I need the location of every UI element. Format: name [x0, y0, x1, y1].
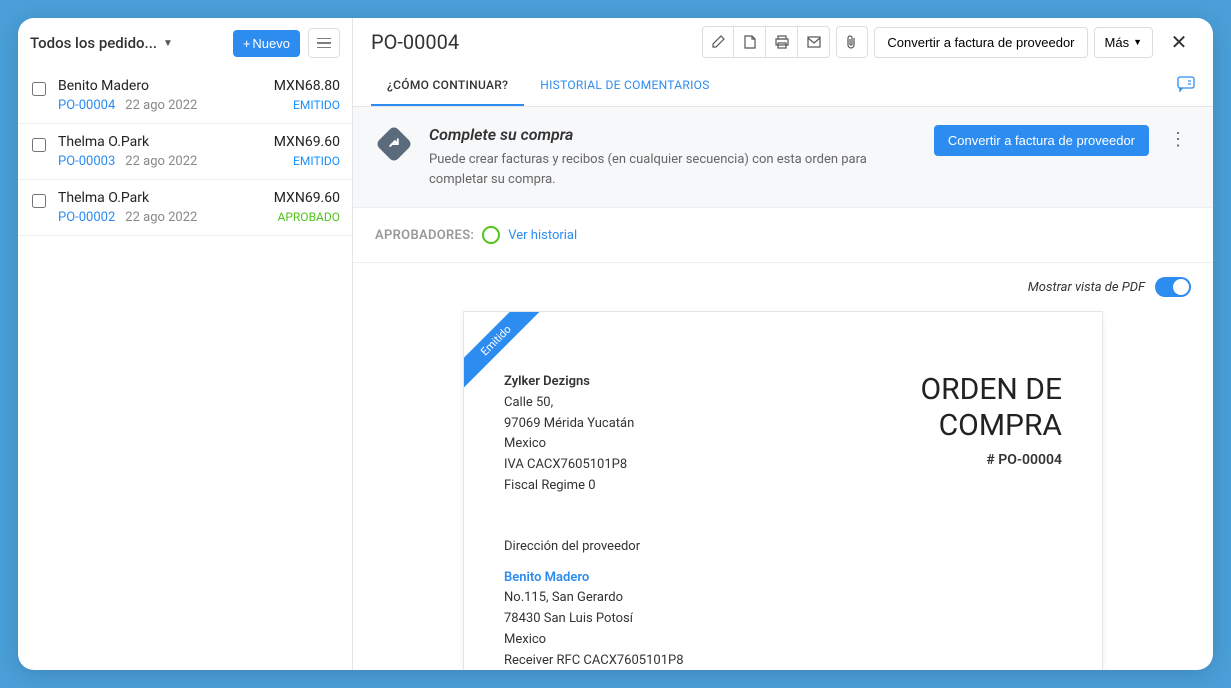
company-line1: Calle 50, [504, 393, 634, 414]
doc-number: # PO-00004 [921, 452, 1062, 468]
amount: MXN69.60 [274, 134, 340, 150]
plus-icon: + [243, 36, 251, 51]
po-date: 22 ago 2022 [125, 98, 197, 113]
more-button[interactable]: Más ▼ [1094, 27, 1153, 58]
pencil-icon [711, 35, 725, 49]
mail-icon [807, 36, 821, 48]
vendor-name: Thelma O.Park [58, 190, 149, 206]
hamburger-icon [317, 38, 331, 48]
status-ribbon: Emitido [464, 312, 544, 390]
vendor-name-pdf: Benito Madero [504, 568, 1062, 589]
tab-how-continue[interactable]: ¿CÓMO CONTINUAR? [371, 66, 524, 106]
hamburger-button[interactable] [308, 28, 340, 58]
po-link[interactable]: PO-00002 [58, 210, 115, 225]
comment-button[interactable] [1177, 76, 1195, 92]
approver-avatar [482, 226, 500, 244]
doc-title-line2: COMPRA [921, 408, 1062, 444]
amount: MXN69.60 [274, 190, 340, 206]
po-date: 22 ago 2022 [125, 210, 197, 225]
status-badge: EMITIDO [293, 98, 340, 113]
vendor-rfc: Receiver RFC CACX7605101P8 [504, 651, 1062, 670]
paperclip-icon [846, 35, 858, 49]
tab-comments-history[interactable]: HISTORIAL DE COMENTARIOS [524, 66, 725, 106]
page-title: PO-00004 [371, 30, 696, 54]
pdf-preview: Emitido Zylker Dezigns Calle 50, 97069 M… [463, 311, 1103, 670]
pdf-view-toggle[interactable] [1155, 277, 1191, 297]
approvers-row: APROBADORES: Ver historial [353, 208, 1213, 263]
filter-label: Todos los pedido... [30, 34, 157, 52]
po-link[interactable]: PO-00004 [58, 98, 115, 113]
chevron-down-icon: ▼ [163, 38, 173, 49]
filter-dropdown[interactable]: Todos los pedido... ▼ [30, 34, 225, 52]
po-date: 22 ago 2022 [125, 154, 197, 169]
direction-sign-icon [375, 125, 413, 163]
more-label: Más [1105, 35, 1130, 50]
list-item[interactable]: Benito Madero MXN68.80 PO-00004 22 ago 20… [18, 68, 352, 124]
banner-description: Puede crear facturas y recibos (en cualq… [429, 150, 918, 189]
amount: MXN68.80 [274, 78, 340, 94]
list-item[interactable]: Thelma O.Park MXN69.60 PO-00002 22 ago 20… [18, 180, 352, 236]
po-list-panel: Todos los pedido... ▼ + Nuevo Benito Mad… [18, 18, 353, 670]
status-badge: APROBADO [278, 210, 340, 225]
list-item[interactable]: Thelma O.Park MXN69.60 PO-00003 22 ago 20… [18, 124, 352, 180]
row-checkbox[interactable] [32, 138, 46, 152]
banner-menu-button[interactable]: ⋮ [1165, 125, 1191, 154]
convert-to-bill-button[interactable]: Convertir a factura de proveedor [934, 125, 1149, 156]
new-button-label: Nuevo [252, 36, 290, 51]
printer-icon [775, 35, 789, 49]
close-icon: ✕ [1171, 32, 1188, 54]
document-icon [744, 35, 756, 49]
vendor-address-block: Dirección del proveedor Benito Madero No… [504, 537, 1062, 670]
row-checkbox[interactable] [32, 194, 46, 208]
po-detail-panel: PO-00004 Convertir a factura de provee [353, 18, 1213, 670]
print-button[interactable] [766, 26, 798, 58]
attach-button[interactable] [836, 26, 868, 58]
edit-button[interactable] [702, 26, 734, 58]
row-checkbox[interactable] [32, 82, 46, 96]
pdf-button[interactable] [734, 26, 766, 58]
tabs: ¿CÓMO CONTINUAR? HISTORIAL DE COMENTARIO… [353, 66, 1213, 107]
email-button[interactable] [798, 26, 830, 58]
vendor-country: Mexico [504, 630, 1062, 651]
chevron-down-icon: ▼ [1133, 37, 1142, 47]
complete-purchase-banner: Complete su compra Puede crear facturas … [353, 107, 1213, 208]
close-button[interactable]: ✕ [1163, 26, 1195, 58]
banner-title: Complete su compra [429, 125, 918, 144]
company-regime: Fiscal Regime 0 [504, 476, 634, 497]
doc-title-line1: ORDEN DE [921, 372, 1062, 408]
status-badge: EMITIDO [293, 154, 340, 169]
pdf-view-label: Mostrar vista de PDF [1028, 280, 1145, 295]
po-link[interactable]: PO-00003 [58, 154, 115, 169]
new-button[interactable]: + Nuevo [233, 30, 300, 57]
vendor-name: Thelma O.Park [58, 134, 149, 150]
company-tax: IVA CACX7605101P8 [504, 455, 634, 476]
approvers-label: APROBADORES: [375, 228, 474, 243]
view-history-link[interactable]: Ver historial [508, 228, 577, 243]
vendor-line1: No.115, San Gerardo [504, 588, 1062, 609]
kebab-icon: ⋮ [1169, 129, 1187, 150]
document-heading: ORDEN DE COMPRA # PO-00004 [921, 372, 1062, 497]
company-line2: 97069 Mérida Yucatán [504, 414, 634, 435]
convert-to-bill-button-header[interactable]: Convertir a factura de proveedor [874, 27, 1087, 58]
vendor-line2: 78430 San Luis Potosí [504, 609, 1062, 630]
vendor-name: Benito Madero [58, 78, 149, 94]
speech-bubble-icon [1177, 76, 1195, 92]
company-country: Mexico [504, 434, 634, 455]
vendor-heading: Dirección del proveedor [504, 537, 1062, 558]
